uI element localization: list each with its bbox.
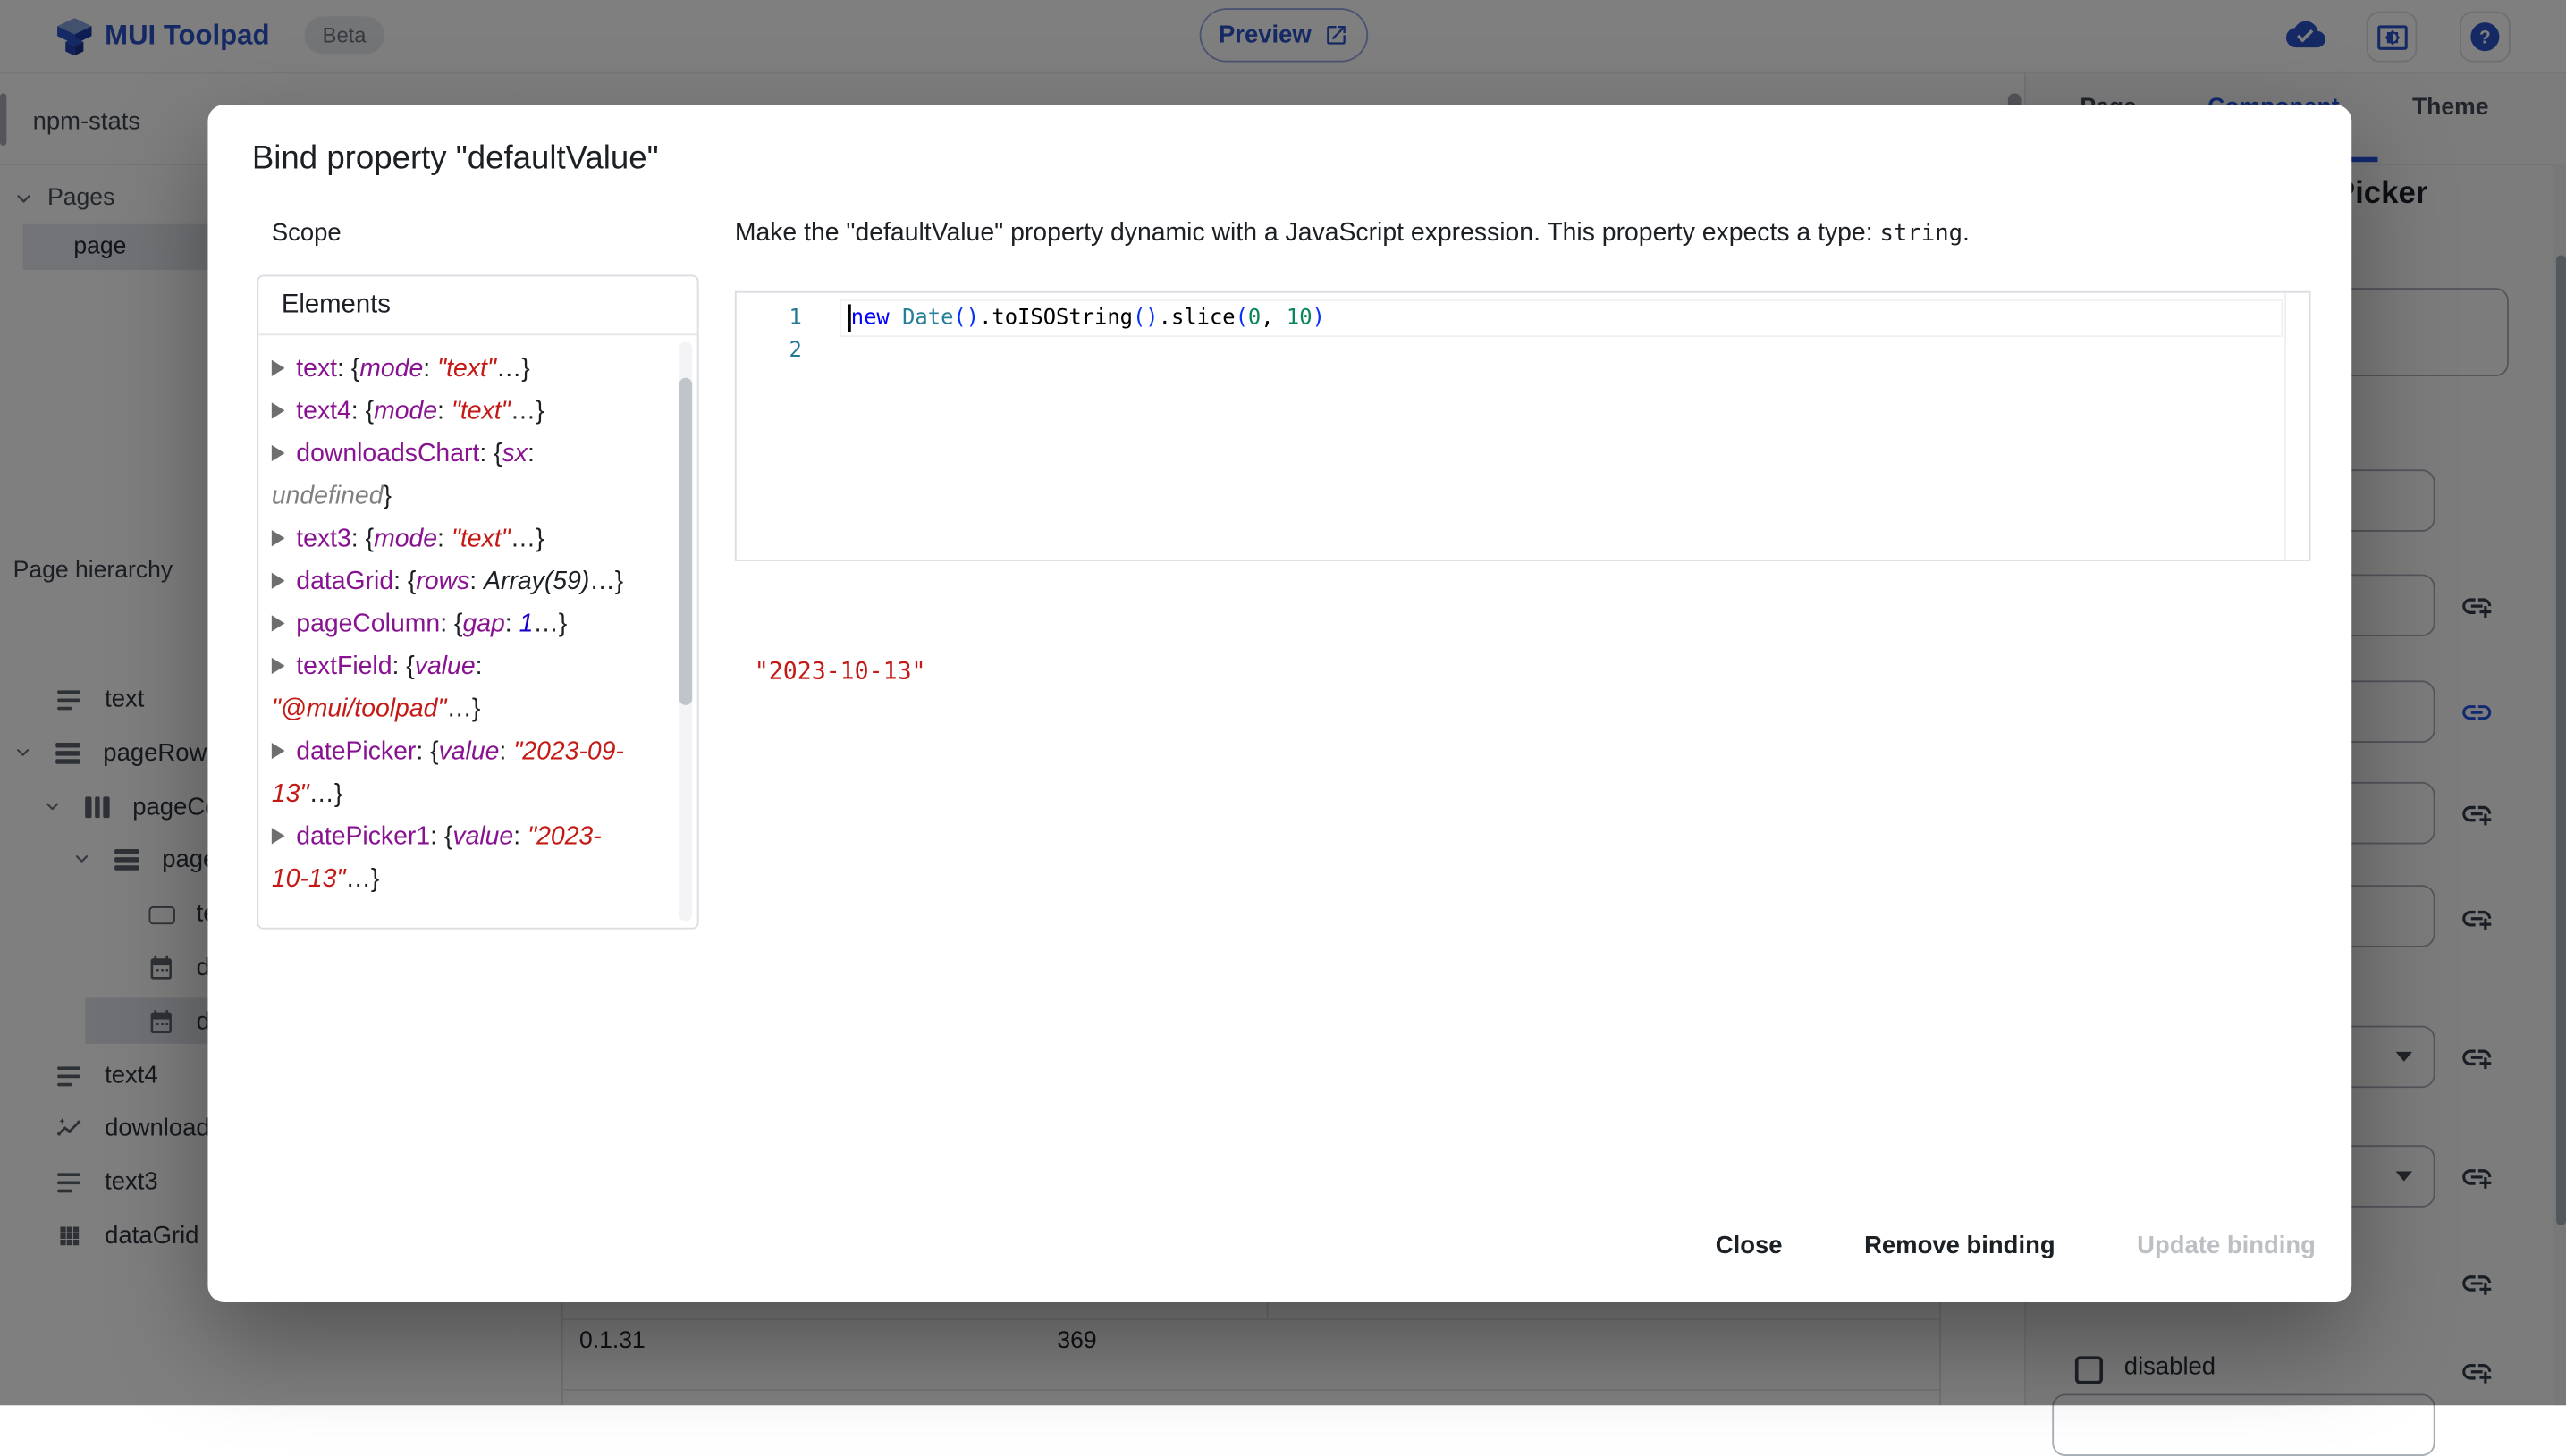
expand-arrow-icon[interactable] (271, 657, 285, 675)
scope-item-downloadschart[interactable]: downloadsChart: {sx: undefined} (271, 433, 635, 518)
scope-item-datagrid[interactable]: dataGrid: {rows: Array(59)…} (271, 561, 635, 604)
dialog-title: Bind property "defaultValue" (251, 140, 659, 177)
expand-arrow-icon[interactable] (271, 530, 285, 547)
scope-item-text4[interactable]: text4: {mode: "text"…} (271, 391, 635, 433)
dialog-actions: Close Remove binding Update binding (1709, 1222, 2322, 1269)
js-expression-editor[interactable]: 1 2 new Date().toISOString().slice(0, 10… (734, 290, 2311, 561)
line-number: 2 (789, 338, 802, 364)
expression-code[interactable]: new Date().toISOString().slice(0, 10) (851, 306, 1325, 330)
expand-arrow-icon[interactable] (271, 572, 285, 589)
expand-arrow-icon[interactable] (271, 742, 285, 760)
elements-list: text: {mode: "text"…} text4: {mode: "tex… (258, 335, 635, 901)
scope-label: Scope (271, 219, 342, 248)
expand-arrow-icon[interactable] (271, 359, 285, 376)
expand-arrow-icon[interactable] (271, 828, 285, 845)
scope-item-text3[interactable]: text3: {mode: "text"…} (271, 518, 635, 561)
text-cursor (848, 304, 851, 332)
scope-elements-panel: Elements text: {mode: "text"…} text4: {m… (257, 274, 699, 930)
elements-scrollbar[interactable] (679, 377, 693, 705)
update-binding-button[interactable]: Update binding (2131, 1222, 2322, 1269)
remove-binding-button[interactable]: Remove binding (1858, 1222, 2062, 1269)
expand-arrow-icon[interactable] (271, 402, 285, 419)
mui-toolpad-app: MUI Toolpad Beta Preview ? npm-stats (0, 0, 2566, 1456)
expand-arrow-icon[interactable] (271, 615, 285, 632)
close-button[interactable]: Close (1709, 1222, 1788, 1269)
editor-gutter-divider (2284, 292, 2287, 560)
elements-scrollbar-track (679, 341, 693, 922)
scope-item-textfield[interactable]: textField: {value: "@mui/toolpad"…} (271, 646, 635, 731)
scope-item-datepicker[interactable]: datePicker: {value: "2023-09-13"…} (271, 731, 635, 816)
scope-item-datepicker1[interactable]: datePicker1: {value: "2023-10-13"…} (271, 816, 635, 901)
scope-item-pagecolumn[interactable]: pageColumn: {gap: 1…} (271, 603, 635, 646)
evaluated-result: "2023-10-13" (754, 659, 926, 686)
expand-arrow-icon[interactable] (271, 444, 285, 462)
bind-property-dialog: Bind property "defaultValue" Scope Eleme… (207, 105, 2352, 1302)
expected-type: string (1879, 221, 1963, 248)
scope-item-text[interactable]: text: {mode: "text"…} (271, 349, 635, 391)
dialog-description: Make the "defaultValue" property dynamic… (734, 219, 1970, 248)
elements-header: Elements (258, 276, 697, 336)
line-number: 1 (789, 306, 802, 331)
